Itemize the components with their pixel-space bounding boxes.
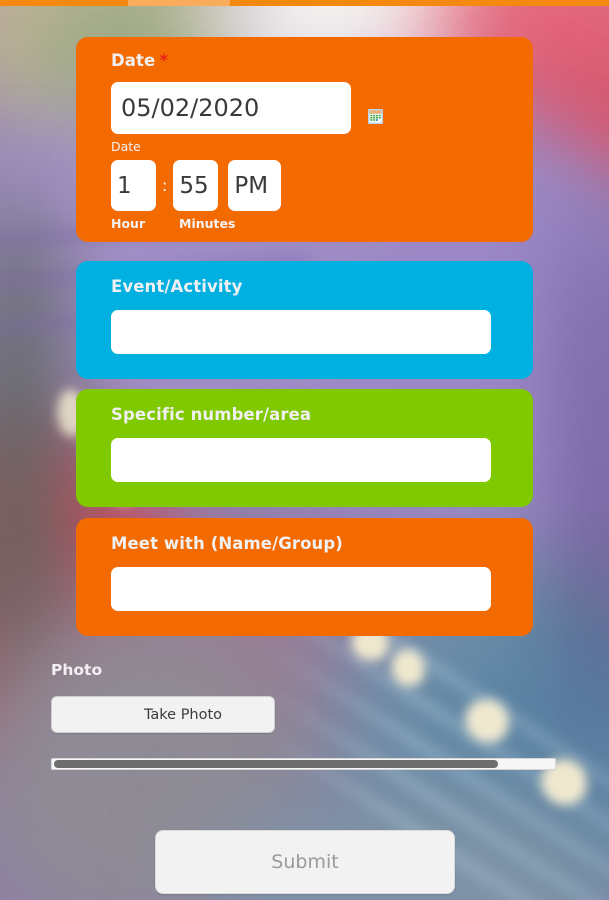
- form-page: Date * 05/02/2020 Date 1: 55 PM Hour Mi…: [0, 0, 609, 900]
- photo-label: Photo: [51, 661, 103, 679]
- date-card-label: Date *: [76, 37, 533, 70]
- form-content: Date * 05/02/2020 Date 1: 55 PM Hour Mi…: [0, 6, 609, 900]
- specific-number-area-card: Specific number/area: [76, 389, 533, 507]
- time-input-row: :: [76, 160, 533, 211]
- top-progress-bar: [0, 0, 609, 6]
- date-sub-label: Date: [111, 139, 141, 154]
- minutes-input[interactable]: [173, 160, 219, 211]
- calendar-icon[interactable]: [368, 108, 384, 124]
- required-asterisk: *: [159, 51, 169, 70]
- specific-number-area-input[interactable]: [111, 438, 491, 482]
- meridiem-input[interactable]: [228, 160, 282, 211]
- minutes-label: Minutes: [179, 216, 236, 231]
- specific-number-area-label: Specific number/area: [111, 405, 312, 424]
- take-photo-button[interactable]: Take Photo: [51, 696, 275, 733]
- date-label-text: Date: [111, 51, 156, 70]
- submit-button[interactable]: Submit: [155, 830, 455, 894]
- horizontal-scrollbar[interactable]: [51, 758, 556, 770]
- hour-label: Hour: [111, 216, 146, 231]
- top-progress-segment: [128, 0, 230, 6]
- date-input[interactable]: [111, 82, 351, 134]
- meet-with-input[interactable]: [111, 567, 491, 611]
- meet-with-card: Meet with (Name/Group): [76, 518, 533, 636]
- time-separator: :: [162, 176, 168, 195]
- event-activity-card: Event/Activity: [76, 261, 533, 379]
- date-input-row: [76, 82, 533, 134]
- date-card: Date * 05/02/2020 Date 1: 55 PM Hour Mi…: [76, 37, 533, 242]
- hour-input[interactable]: [111, 160, 156, 211]
- event-activity-input[interactable]: [111, 310, 491, 354]
- event-activity-label: Event/Activity: [111, 277, 243, 296]
- meet-with-label: Meet with (Name/Group): [111, 534, 343, 553]
- time-labels-row: Hour Minutes: [76, 216, 533, 231]
- horizontal-scrollbar-thumb[interactable]: [54, 760, 498, 768]
